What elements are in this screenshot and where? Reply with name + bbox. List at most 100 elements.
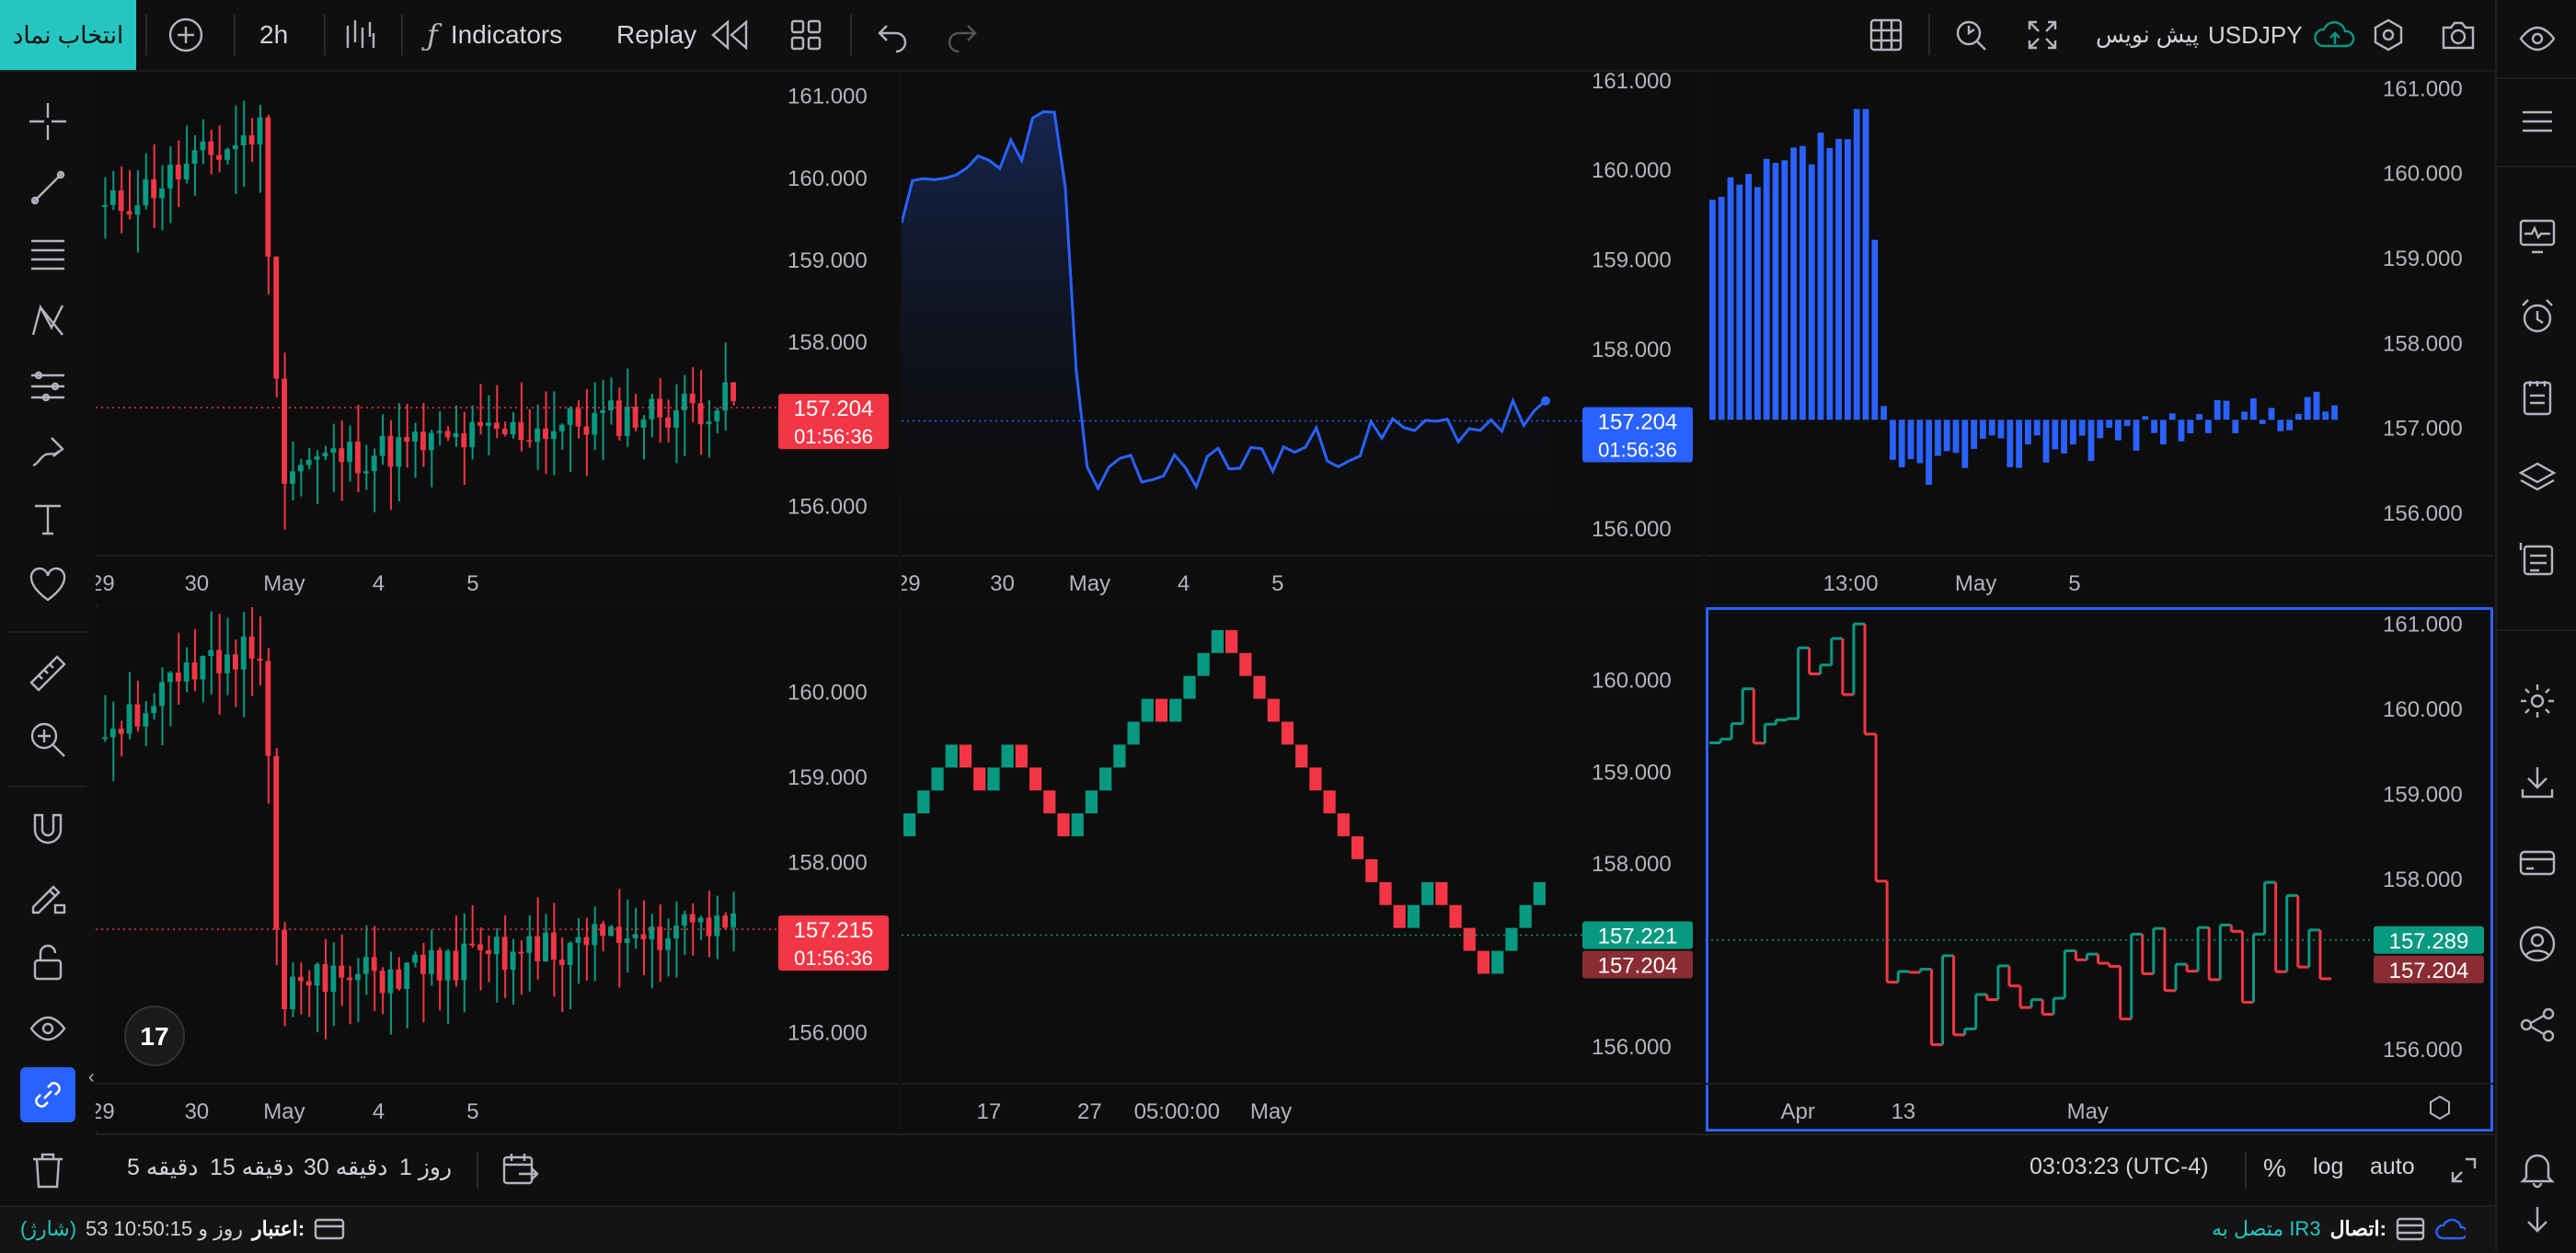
- renko-brick: [959, 744, 972, 768]
- percent-toggle[interactable]: %: [2263, 1154, 2286, 1183]
- bar-countdown: 01:56:36: [794, 947, 873, 970]
- watchlist-visibility-button[interactable]: [2510, 11, 2565, 66]
- undo-button[interactable]: [874, 0, 911, 70]
- last-price-value: 157.221: [1598, 925, 1678, 949]
- crosshair-tool[interactable]: [20, 94, 75, 149]
- menu-button[interactable]: [2510, 94, 2565, 149]
- renko-brick: [1421, 881, 1434, 905]
- layers-button[interactable]: [2510, 451, 2565, 506]
- share-button[interactable]: [2510, 997, 2565, 1052]
- trend-line-tool[interactable]: [20, 160, 75, 215]
- chart-pane-top-right[interactable]: 161.000 160.000 159.000 158.000 157.000 156.0…: [1706, 72, 2493, 604]
- delete-tool[interactable]: [20, 1143, 75, 1198]
- collapse-toolbar-arrow[interactable]: ‹: [88, 1067, 95, 1088]
- chart-pane-top-middle[interactable]: 161.000160.000159.000158.000157.000156.0…: [902, 72, 1702, 604]
- timeframe-15m[interactable]: 15 دقیقه: [210, 1154, 293, 1181]
- column-bar: [2259, 420, 2266, 424]
- chart-canvas: 161.000 160.000 159.000 158.000 156.000 Apr 13…: [1706, 613, 2493, 1124]
- column-bar: [1808, 164, 1815, 420]
- pattern-icon: [31, 304, 64, 336]
- chart-pane-bottom-middle[interactable]: 160.000 159.000 158.000 156.000 17 27 05:00:00…: [902, 607, 1702, 1132]
- timeframe-30m[interactable]: 30 دقیقه: [304, 1154, 387, 1181]
- column-bar: [2078, 420, 2086, 436]
- candle-body: [600, 409, 606, 413]
- candle-body: [126, 704, 132, 734]
- toolbar-divider: [9, 631, 86, 633]
- renko-brick: [903, 813, 916, 837]
- replay-button[interactable]: Replay: [616, 0, 752, 70]
- settings-button[interactable]: [2510, 673, 2565, 729]
- notifications-button[interactable]: [2510, 1141, 2565, 1196]
- text-tool[interactable]: [20, 491, 75, 546]
- ruler-tool[interactable]: [20, 646, 75, 701]
- candle-body: [208, 649, 214, 657]
- chart-pane-bottom-left[interactable]: 160.000 159.000 158.000 156.000 29 30 May 4 5 157…: [96, 607, 898, 1132]
- candle-body: [477, 421, 483, 426]
- maximize-button[interactable]: [2447, 1154, 2480, 1191]
- candle-body: [208, 141, 214, 155]
- monitor-button[interactable]: [2510, 208, 2565, 263]
- notes-button[interactable]: [2510, 370, 2565, 425]
- candle-body: [558, 960, 565, 965]
- clock-timezone[interactable]: 03:03:23 (UTC-4): [2030, 1154, 2209, 1180]
- news-button[interactable]: [2510, 532, 2565, 587]
- toolbar-divider: [324, 15, 326, 55]
- price-tick-label: 158.000: [788, 330, 868, 355]
- last-price-dot: [1541, 396, 1550, 406]
- chart-pane-bottom-right[interactable]: 161.000 160.000 159.000 158.000 156.000 Apr 13…: [1706, 607, 2493, 1132]
- indicators-button[interactable]: ƒ Indicators: [427, 0, 562, 70]
- chart-type-button[interactable]: [340, 0, 381, 70]
- timeframe-1d[interactable]: 1 روز: [399, 1154, 452, 1181]
- date-range-button[interactable]: [500, 1150, 541, 1195]
- brush-tool[interactable]: [20, 425, 75, 480]
- interval-button[interactable]: 2h: [259, 0, 288, 70]
- pattern-tool[interactable]: [20, 293, 75, 348]
- candle-body: [143, 178, 149, 206]
- chart-settings-button[interactable]: [2370, 0, 2410, 70]
- timeframe-5m[interactable]: 5 دقیقه: [127, 1154, 199, 1181]
- charge-link[interactable]: (شارژ): [20, 1217, 76, 1241]
- candle-body: [535, 936, 541, 961]
- profile-button[interactable]: [2510, 916, 2565, 971]
- auto-toggle[interactable]: auto: [2370, 1154, 2415, 1180]
- log-toggle[interactable]: log: [2313, 1154, 2343, 1180]
- candle-body: [526, 936, 533, 953]
- zoom-tool[interactable]: [20, 712, 75, 767]
- magnet-tool[interactable]: [20, 802, 75, 857]
- second-price-value: 157.204: [1598, 954, 1678, 979]
- layout-name[interactable]: پیش نویس USDJPY: [2096, 0, 2358, 70]
- chart-canvas: 161.000 160.000 159.000 158.000 157.000 156.0…: [1706, 76, 2493, 596]
- icon-tool[interactable]: [20, 558, 75, 613]
- column-bar: [1709, 200, 1716, 420]
- column-bar: [2123, 420, 2131, 427]
- wallet-button[interactable]: [2510, 835, 2565, 891]
- lock-tool[interactable]: [20, 935, 75, 990]
- layout-button[interactable]: [788, 0, 828, 70]
- hide-tool[interactable]: [20, 1001, 75, 1056]
- alerts-button[interactable]: [2510, 289, 2565, 344]
- fib-tool[interactable]: [20, 226, 75, 282]
- snapshot-button[interactable]: [2440, 0, 2480, 70]
- scroll-down-button[interactable]: [2510, 1192, 2565, 1247]
- quick-search-button[interactable]: [1952, 0, 1993, 70]
- symbol-search-button[interactable]: انتخاب نماد: [0, 0, 136, 70]
- rewind-icon: [711, 19, 748, 51]
- sync-link-tool[interactable]: [20, 1067, 75, 1122]
- lock-drawing-tool[interactable]: [20, 868, 75, 924]
- add-symbol-button[interactable]: [166, 0, 212, 70]
- price-tick-label: 160.000: [788, 167, 868, 191]
- fullscreen-button[interactable]: [2024, 0, 2064, 70]
- redo-button[interactable]: [944, 0, 981, 70]
- column-bar: [2214, 399, 2221, 420]
- chart-pane-top-left[interactable]: 161.000160.000159.000158.000157.000156.0…: [96, 72, 898, 604]
- candle-body: [673, 410, 679, 428]
- download-button[interactable]: [2510, 754, 2565, 810]
- prediction-tool[interactable]: [20, 359, 75, 414]
- candle-body: [567, 942, 573, 965]
- column-bar: [2286, 420, 2293, 431]
- candle-body: [453, 950, 459, 981]
- table-button[interactable]: [1868, 0, 1908, 70]
- price-tick-label: 160.000: [2383, 162, 2463, 187]
- user-icon: [2519, 925, 2556, 962]
- right-sidebar: [2495, 0, 2576, 1251]
